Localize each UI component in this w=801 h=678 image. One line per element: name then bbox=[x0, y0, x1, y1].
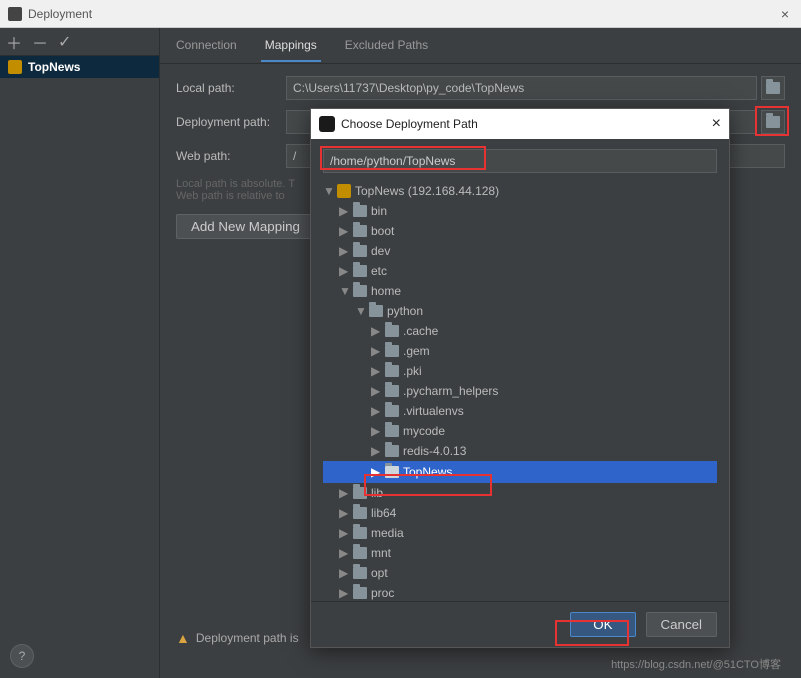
folder-icon bbox=[369, 305, 383, 317]
warning-row: ▲ Deployment path is bbox=[176, 630, 299, 646]
tabs: Connection Mappings Excluded Paths bbox=[160, 28, 801, 64]
local-path-label: Local path: bbox=[176, 81, 286, 95]
help-button[interactable]: ? bbox=[10, 644, 34, 668]
add-server-button[interactable]: ＋ bbox=[6, 30, 22, 54]
local-path-browse-button[interactable] bbox=[761, 76, 785, 100]
server-label: TopNews bbox=[28, 60, 80, 74]
add-mapping-button[interactable]: Add New Mapping bbox=[176, 214, 315, 239]
tree-node-topnews[interactable]: ▶ TopNews bbox=[323, 461, 717, 483]
server-item-topnews[interactable]: TopNews bbox=[0, 56, 159, 78]
folder-icon bbox=[353, 265, 367, 277]
folder-icon bbox=[385, 385, 399, 397]
folder-icon bbox=[353, 567, 367, 579]
deployment-path-browse-button[interactable] bbox=[761, 110, 785, 134]
local-path-field[interactable]: C:\Users\11737\Desktop\py_code\TopNews bbox=[286, 76, 757, 100]
server-icon bbox=[337, 184, 351, 198]
app-icon bbox=[8, 7, 22, 21]
tab-mappings[interactable]: Mappings bbox=[261, 30, 321, 62]
folder-icon bbox=[353, 507, 367, 519]
folder-icon bbox=[385, 325, 399, 337]
tab-excluded[interactable]: Excluded Paths bbox=[341, 30, 432, 62]
validate-button[interactable]: ✓ bbox=[58, 32, 71, 52]
warning-text: Deployment path is bbox=[196, 631, 299, 645]
folder-icon bbox=[766, 116, 780, 128]
folder-icon bbox=[385, 445, 399, 457]
window-titlebar: Deployment × bbox=[0, 0, 801, 28]
window-close-button[interactable]: × bbox=[777, 6, 793, 22]
sidebar-toolbar: ＋ － ✓ bbox=[0, 28, 159, 56]
folder-icon bbox=[385, 345, 399, 357]
folder-icon bbox=[353, 547, 367, 559]
dialog-titlebar: Choose Deployment Path × bbox=[311, 109, 729, 139]
folder-icon bbox=[385, 425, 399, 437]
watermark: https://blog.csdn.net/@51CTO博客 bbox=[611, 656, 781, 672]
sidebar: ＋ － ✓ TopNews bbox=[0, 28, 160, 678]
folder-icon bbox=[385, 466, 399, 478]
dialog-close-button[interactable]: × bbox=[712, 115, 721, 133]
tab-connection[interactable]: Connection bbox=[172, 30, 241, 62]
folder-icon bbox=[353, 527, 367, 539]
folder-icon bbox=[353, 205, 367, 217]
web-path-label: Web path: bbox=[176, 149, 286, 163]
deployment-path-label: Deployment path: bbox=[176, 115, 286, 129]
ok-button[interactable]: OK bbox=[570, 612, 635, 637]
folder-icon bbox=[385, 365, 399, 377]
dialog-title: Choose Deployment Path bbox=[341, 117, 478, 131]
folder-icon bbox=[766, 82, 780, 94]
folder-icon bbox=[353, 487, 367, 499]
window-title: Deployment bbox=[28, 7, 92, 21]
folder-icon bbox=[353, 587, 367, 599]
folder-icon bbox=[385, 405, 399, 417]
directory-tree[interactable]: ▼ TopNews (192.168.44.128) ▶ bin ▶ boot … bbox=[323, 181, 717, 601]
folder-icon bbox=[353, 285, 367, 297]
choose-deployment-path-dialog: Choose Deployment Path × /home/python/To… bbox=[310, 108, 730, 648]
pycharm-icon bbox=[319, 116, 335, 132]
warning-icon: ▲ bbox=[176, 630, 190, 646]
folder-icon bbox=[353, 245, 367, 257]
cancel-button[interactable]: Cancel bbox=[646, 612, 718, 637]
server-icon bbox=[8, 60, 22, 74]
remove-server-button[interactable]: － bbox=[32, 30, 48, 54]
deployment-path-input[interactable]: /home/python/TopNews bbox=[323, 149, 717, 173]
dialog-footer: OK Cancel bbox=[311, 601, 729, 647]
folder-icon bbox=[353, 225, 367, 237]
